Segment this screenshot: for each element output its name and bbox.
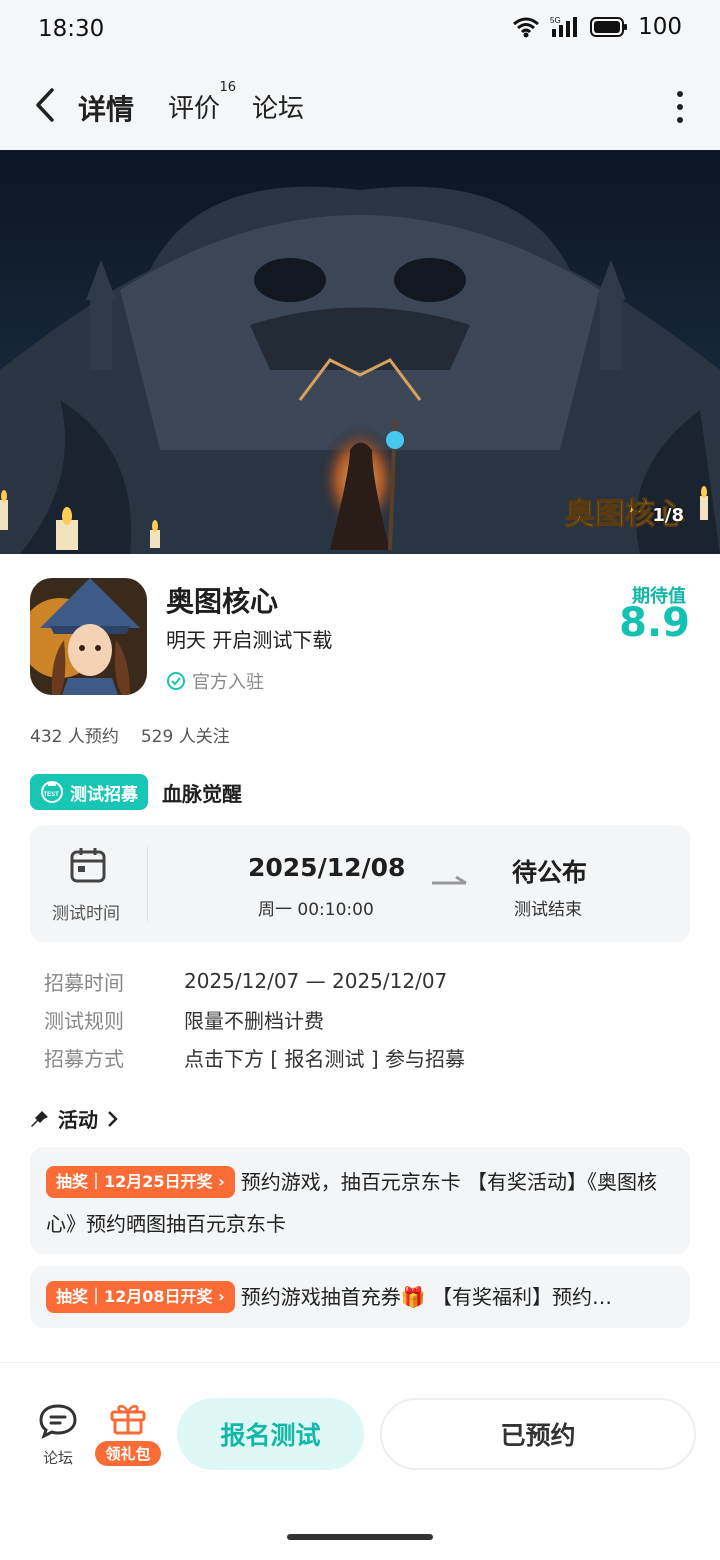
test-end-label: 测试结束: [514, 900, 582, 920]
activity-item[interactable]: 抽奖｜12月25日开奖 › 预约游戏，抽百元京东卡 【有奖活动】《奥图核心》预约晒…: [30, 1147, 690, 1254]
activity-text: 预约游戏抽首充券🎁 【有奖福利】预约…: [240, 1285, 612, 1309]
detail-row: 测试规则 限量不删档计费: [44, 1000, 465, 1038]
test-recruit-label: 测试招募: [70, 784, 138, 805]
activity-item[interactable]: 抽奖｜12月08日开奖 › 预约游戏抽首充券🎁 【有奖福利】预约…: [30, 1266, 690, 1328]
home-indicator[interactable]: [287, 1534, 433, 1540]
official-badge: 官方入驻: [166, 668, 264, 694]
chevron-right-icon: [108, 1110, 118, 1127]
test-start-date: 2025/12/08: [248, 853, 406, 882]
test-recruit-tag: TEST 测试招募: [30, 774, 148, 810]
test-start-time: 周一 00:10:00: [258, 900, 374, 920]
app-subtitle: 明天 开启测试下载: [166, 628, 333, 652]
detail-key: 招募方式: [44, 1046, 124, 1071]
back-arrow-icon[interactable]: [28, 84, 62, 126]
gift-icon: [110, 1404, 146, 1435]
detail-key: 招募时间: [44, 970, 124, 995]
app-info: 奥图核心 明天 开启测试下载 官方入驻 期待值 8.9: [30, 578, 690, 698]
app-stats: 432 人预约 529 人关注: [30, 722, 230, 747]
hero-artwork: 奥图核心: [0, 150, 720, 554]
forum-button[interactable]: 论坛: [36, 1403, 80, 1468]
bottom-action-bar: 论坛 领礼包 报名测试 已预约: [0, 1362, 720, 1560]
activity-title: 活动: [58, 1108, 98, 1132]
wifi-icon: [513, 17, 540, 38]
gift-label: 领礼包: [95, 1441, 161, 1466]
status-bar: 18:30 5G 100: [0, 0, 720, 60]
expectation-score: 8.9: [619, 600, 690, 646]
signup-test-button[interactable]: 报名测试: [177, 1398, 364, 1470]
calendar-icon: [70, 848, 106, 883]
detail-value: 限量不删档计费: [184, 1008, 324, 1033]
status-icons: 5G 100: [512, 14, 682, 40]
app-name: 奥图核心: [166, 585, 279, 618]
verified-icon: [167, 672, 185, 690]
hero-page-counter: 1/8: [652, 505, 684, 526]
follow-count: 529 人关注: [140, 727, 230, 747]
more-options-icon[interactable]: [676, 90, 684, 124]
svg-text:5G: 5G: [550, 16, 561, 25]
activity-section-header[interactable]: 活动: [30, 1104, 120, 1133]
lottery-tag: 抽奖｜12月08日开奖 ›: [46, 1281, 235, 1313]
test-time-card: 测试时间 2025/12/08 周一 00:10:00 待公布 测试结束: [30, 825, 690, 942]
forum-label: 论坛: [42, 1449, 73, 1467]
tab-detail-label: 详情: [78, 93, 135, 126]
lottery-tag: 抽奖｜12月25日开奖 ›: [46, 1166, 235, 1198]
review-count-badge: 16: [219, 80, 237, 95]
test-name: 血脉觉醒: [162, 781, 242, 806]
tab-detail[interactable]: 详情: [74, 88, 139, 128]
nav-bar: 详情 评价 16 论坛: [0, 60, 720, 150]
detail-key: 测试规则: [44, 1008, 124, 1033]
arrow-right-icon: [432, 875, 467, 885]
test-icon: TEST: [41, 781, 63, 803]
test-icon-text: TEST: [44, 792, 60, 798]
test-details: 招募时间 2025/12/07 — 2025/12/07 测试规则 限量不删档计…: [44, 962, 465, 1076]
chat-bubble-icon: [39, 1404, 77, 1439]
tab-forum[interactable]: 论坛: [252, 88, 304, 125]
detail-value: 点击下方 [ 报名测试 ] 参与招募: [184, 1046, 466, 1071]
reserved-button[interactable]: 已预约: [380, 1398, 696, 1470]
app-icon: [30, 578, 147, 695]
signal-icon: 5G: [550, 16, 578, 37]
tab-forum-label: 论坛: [252, 94, 305, 124]
reservation-count: 432 人预约: [30, 727, 119, 747]
test-end-status: 待公布: [512, 858, 588, 887]
gift-button[interactable]: 领礼包: [92, 1401, 164, 1466]
tab-review[interactable]: 评价 16: [168, 80, 236, 125]
battery-level: 100: [638, 14, 682, 40]
status-time: 18:30: [38, 16, 105, 42]
test-recruit-header: TEST 测试招募 血脉觉醒: [30, 774, 242, 810]
detail-value: 2025/12/07 — 2025/12/07: [184, 969, 448, 993]
official-label: 官方入驻: [192, 672, 264, 693]
pin-icon: [31, 1110, 48, 1127]
detail-row: 招募时间 2025/12/07 — 2025/12/07: [44, 962, 465, 1000]
battery-icon: [590, 17, 628, 37]
test-time-label: 测试时间: [52, 904, 120, 924]
hero-banner[interactable]: 奥图核心 1/8: [0, 150, 720, 554]
detail-row: 招募方式 点击下方 [ 报名测试 ] 参与招募: [44, 1038, 465, 1076]
tab-review-label: 评价: [168, 94, 221, 124]
card-divider: [147, 847, 148, 921]
